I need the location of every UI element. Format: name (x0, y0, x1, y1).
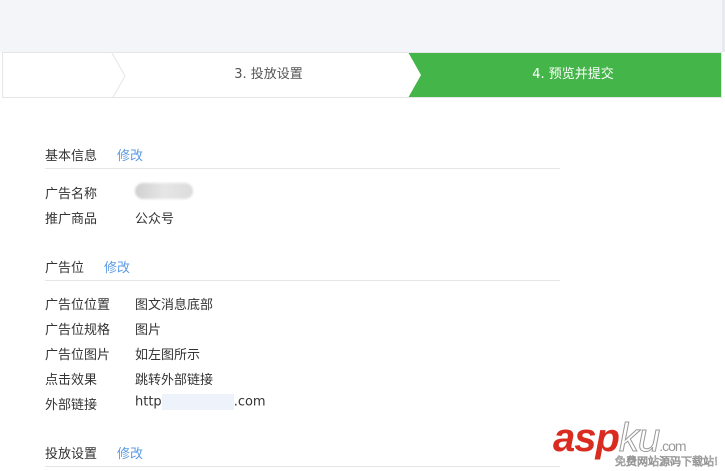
section-title: 投放设置 (45, 447, 98, 462)
info-row-slot-position: 广告位位置 图文消息底部 (45, 294, 213, 313)
section-ad-slot: 广告位 修改 (45, 257, 560, 281)
row-value-redacted (135, 183, 193, 202)
section-basic-info: 基本信息 修改 (45, 145, 560, 169)
section-title: 广告位 (45, 261, 85, 276)
edit-ad-slot-link[interactable]: 修改 (104, 257, 130, 276)
step-4-preview-submit[interactable]: 4. 预览并提交 (408, 53, 721, 97)
row-value: 图文消息底部 (135, 298, 214, 313)
info-row-promoted-product: 推广商品 公众号 (45, 208, 174, 227)
info-row-slot-image: 广告位图片 如左图所示 (45, 344, 200, 363)
row-label: 广告位位置 (45, 298, 111, 313)
row-value: 如左图所示 (135, 348, 201, 363)
step-progress-bar: 3. 投放设置 4. 预览并提交 (2, 52, 722, 98)
row-label: 广告位图片 (45, 348, 111, 363)
row-label: 广告位规格 (45, 323, 111, 338)
redacted-mask (161, 394, 234, 410)
step-divider-arrow-icon (111, 53, 126, 97)
row-value: 跳转外部链接 (135, 373, 214, 388)
external-link[interactable]: http .com (135, 394, 266, 413)
top-header-band (0, 0, 725, 52)
edit-delivery-settings-link[interactable]: 修改 (117, 443, 143, 462)
info-row-ad-name: 广告名称 (45, 183, 193, 202)
row-value: 公众号 (135, 212, 175, 227)
aspku-watermark-logo: aspku.com 免费网站源码下载站! (553, 416, 719, 469)
section-title: 基本信息 (45, 149, 98, 164)
step-3-delivery-settings[interactable]: 3. 投放设置 (127, 53, 410, 97)
info-row-click-effect: 点击效果 跳转外部链接 (45, 369, 213, 388)
row-label: 推广商品 (45, 212, 98, 227)
info-row-slot-spec: 广告位规格 图片 (45, 319, 161, 338)
row-label: 点击效果 (45, 373, 98, 388)
row-label: 广告名称 (45, 187, 98, 202)
info-row-external-link: 外部链接 http .com (45, 394, 266, 413)
row-label: 外部链接 (45, 398, 98, 413)
row-value: 图片 (135, 323, 162, 338)
section-delivery-settings: 投放设置 修改 (45, 443, 560, 467)
edit-basic-info-link[interactable]: 修改 (117, 145, 143, 164)
